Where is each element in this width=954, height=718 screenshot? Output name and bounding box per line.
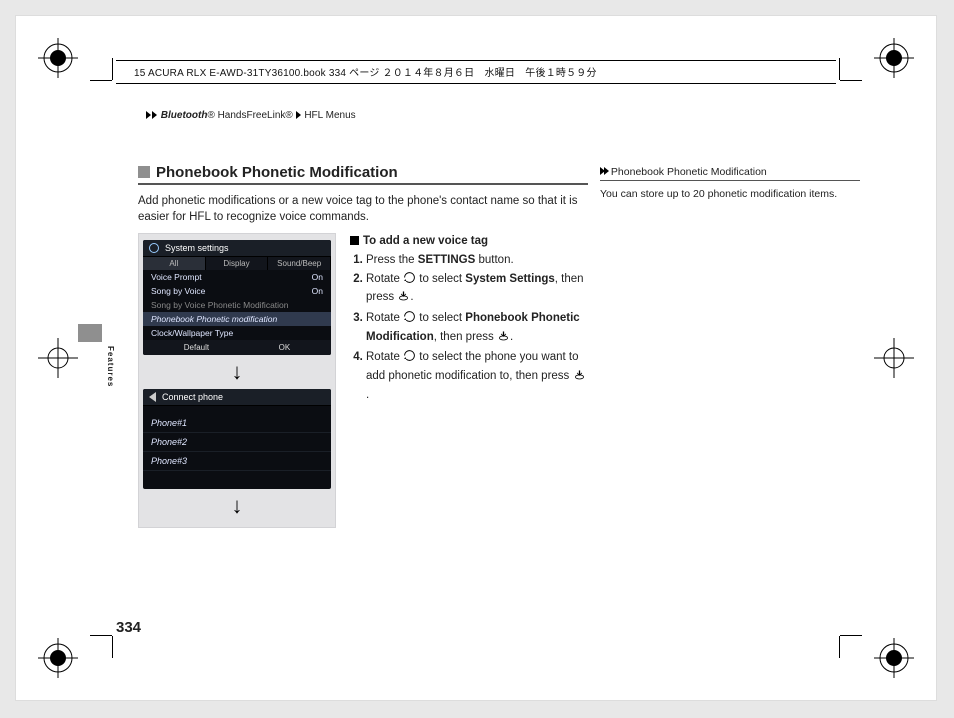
square-bullet-icon: [138, 166, 150, 178]
registration-mark-icon: [38, 638, 78, 678]
row-label-highlighted: Phonebook Phonetic modification: [151, 314, 277, 324]
side-note-column: Phonebook Phonetic Modification You can …: [600, 166, 860, 202]
crop-mark-icon: [90, 635, 112, 636]
section-heading: Phonebook Phonetic Modification: [138, 164, 588, 185]
screenshot-system-settings: System settings All Display Sound/Beep V…: [143, 240, 331, 355]
row-label: Clock/Wallpaper Type: [151, 328, 233, 338]
side-note-text: You can store up to 20 phonetic modifica…: [600, 187, 860, 202]
row-value: On: [312, 272, 323, 282]
row-label: Song by Voice Phonetic Modification: [151, 300, 289, 310]
footer-default: Default: [184, 343, 209, 352]
gear-icon: [149, 243, 159, 253]
triangle-icon: [146, 111, 151, 119]
step-1: Press the SETTINGS button.: [366, 252, 588, 269]
square-bullet-icon: [350, 236, 359, 245]
footer-ok: OK: [279, 343, 291, 352]
breadcrumb-bluetooth: Bluetooth: [161, 110, 208, 121]
row-label: Voice Prompt: [151, 272, 202, 282]
row-value: On: [312, 286, 323, 296]
back-icon: [149, 392, 156, 402]
phone-row: Phone#1: [143, 414, 331, 433]
push-button-icon: [573, 368, 586, 387]
step-3: Rotate to select Phonebook Phonetic Modi…: [366, 310, 588, 347]
phone-row: Phone#2: [143, 433, 331, 452]
registration-mark-icon: [38, 338, 78, 378]
registration-mark-icon: [38, 38, 78, 78]
crop-mark-icon: [112, 58, 113, 80]
step-4: Rotate to select the phone you want to a…: [366, 349, 588, 403]
sidebar-tab: [78, 324, 102, 342]
tab-all: All: [143, 257, 206, 270]
steps-column: To add a new voice tag Press the SETTING…: [350, 233, 588, 528]
registration-mark-icon: [874, 638, 914, 678]
side-note-heading: Phonebook Phonetic Modification: [600, 166, 860, 181]
arrow-down-icon: ↓: [143, 361, 331, 383]
screenshot-column: System settings All Display Sound/Beep V…: [138, 233, 336, 528]
page-number: 334: [116, 619, 141, 636]
sidebar-label: Features: [106, 346, 115, 387]
manual-page: 15 ACURA RLX E-AWD-31TY36100.book 334 ペー…: [16, 16, 936, 700]
section-intro: Add phonetic modifications or a new voic…: [138, 193, 588, 225]
crop-mark-icon: [840, 635, 862, 636]
section-title: Phonebook Phonetic Modification: [156, 164, 398, 181]
push-button-icon: [397, 289, 410, 308]
rotate-dial-icon: [403, 349, 416, 368]
crop-mark-icon: [112, 636, 113, 658]
screen-title: Connect phone: [162, 392, 223, 402]
breadcrumb-hfl: HFL Menus: [304, 110, 355, 121]
registration-mark-icon: [874, 338, 914, 378]
tab-display: Display: [206, 257, 269, 270]
screenshot-connect-phone: Connect phone Phone#1 Phone#2 Phone#3: [143, 389, 331, 489]
steps-subhead: To add a new voice tag: [350, 233, 588, 250]
rotate-dial-icon: [403, 271, 416, 290]
crop-mark-icon: [840, 80, 862, 81]
crop-mark-icon: [90, 80, 112, 81]
phone-row: Phone#3: [143, 452, 331, 471]
breadcrumb: Bluetooth® HandsFreeLink® HFL Menus: [146, 110, 356, 121]
screen-title: System settings: [165, 243, 229, 253]
document-header: 15 ACURA RLX E-AWD-31TY36100.book 334 ペー…: [134, 64, 597, 79]
registration-mark-icon: [874, 38, 914, 78]
triangle-icon: [296, 111, 301, 119]
row-label: Song by Voice: [151, 286, 205, 296]
main-content: Phonebook Phonetic Modification Add phon…: [138, 164, 588, 528]
rotate-dial-icon: [403, 310, 416, 329]
tab-sound: Sound/Beep: [268, 257, 331, 270]
crop-mark-icon: [839, 58, 840, 80]
breadcrumb-suffix: ® HandsFreeLink®: [207, 110, 292, 121]
push-button-icon: [497, 329, 510, 348]
step-2: Rotate to select System Settings, then p…: [366, 271, 588, 308]
triangle-icon: [152, 111, 157, 119]
arrow-down-icon: ↓: [143, 495, 331, 517]
triangle-icon: [604, 167, 609, 175]
crop-mark-icon: [839, 636, 840, 658]
